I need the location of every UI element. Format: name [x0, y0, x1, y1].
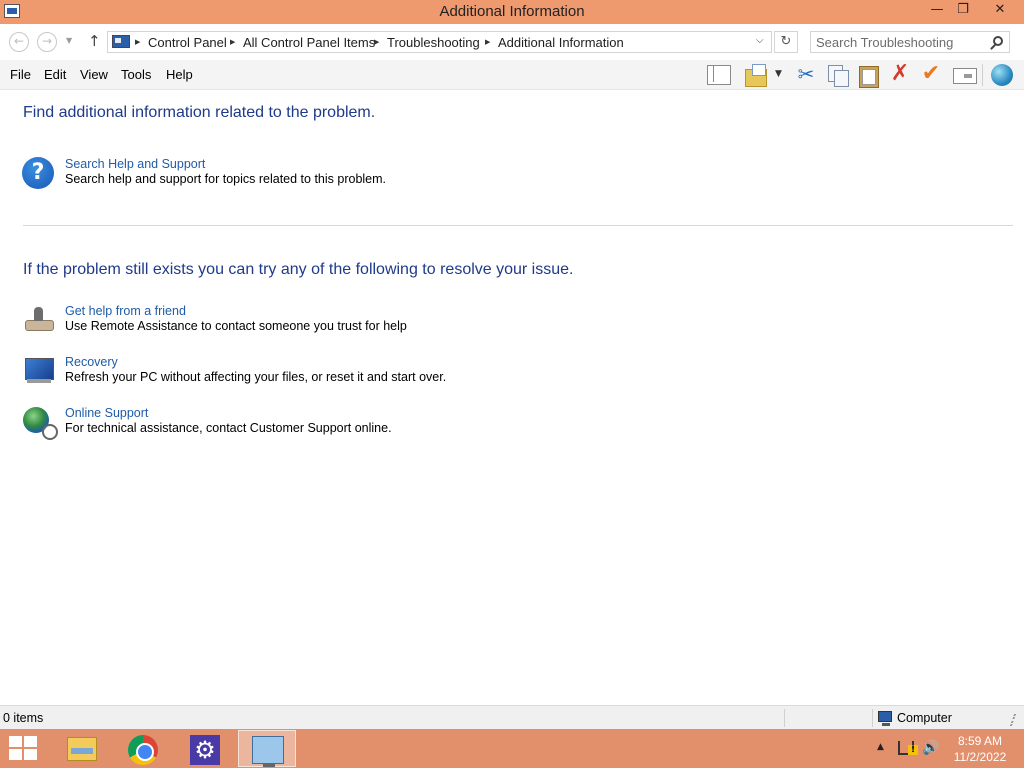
search-input[interactable] — [811, 32, 987, 52]
status-divider — [872, 709, 873, 727]
task-get-help-friend[interactable]: Get help from a friend Use Remote Assist… — [22, 304, 622, 338]
taskbar-chrome[interactable] — [114, 730, 172, 767]
cut-icon[interactable]: ✂ — [794, 63, 818, 87]
section-heading-additional-info: Find additional information related to t… — [23, 104, 376, 121]
chevron-right-icon[interactable]: ▶ — [374, 38, 379, 46]
task-search-help[interactable]: ? Search Help and Support Search help an… — [22, 157, 622, 191]
clock-time[interactable]: 8:59 AM — [940, 734, 1020, 748]
online-support-description: For technical assistance, contact Custom… — [65, 421, 392, 435]
search-help-link[interactable]: Search Help and Support — [65, 157, 205, 171]
title-bar: Additional Information — ❐ ✕ — [0, 0, 1024, 24]
breadcrumb-additional-information[interactable]: Additional Information — [498, 35, 624, 50]
chevron-down-icon[interactable]: ⌵ — [756, 35, 764, 46]
refresh-button[interactable]: ↻ — [774, 31, 798, 53]
chevron-right-icon[interactable]: ▶ — [135, 38, 140, 46]
resize-grip-icon[interactable] — [1009, 714, 1023, 726]
menu-help[interactable]: Help — [166, 67, 193, 82]
properties-icon[interactable] — [952, 63, 977, 87]
status-bar: 0 items Computer — [0, 705, 1024, 729]
taskbar-file-explorer[interactable] — [52, 730, 110, 767]
file-explorer-icon — [67, 737, 97, 761]
task-online-support[interactable]: Online Support For technical assistance,… — [22, 406, 622, 440]
breadcrumb-control-panel[interactable]: Control Panel — [148, 35, 227, 50]
control-panel-icon — [112, 35, 130, 48]
layout-icon[interactable] — [707, 63, 731, 87]
remote-assistance-icon — [22, 304, 55, 336]
chevron-down-icon[interactable]: ▼ — [775, 69, 782, 79]
online-support-link[interactable]: Online Support — [65, 406, 148, 420]
section-divider — [23, 225, 1013, 226]
help-icon: ? — [22, 157, 54, 189]
menu-edit[interactable]: Edit — [44, 67, 66, 82]
search-help-description: Search help and support for topics relat… — [65, 172, 387, 186]
windows-logo-icon — [24, 749, 37, 760]
show-hidden-icons-icon[interactable]: ▲ — [877, 742, 884, 752]
window-title: Additional Information — [439, 3, 585, 20]
check-icon[interactable]: ✔ — [919, 63, 943, 87]
search-box[interactable] — [810, 31, 1010, 53]
chrome-icon — [128, 735, 158, 765]
recent-locations-icon[interactable]: ▼ — [66, 36, 72, 45]
taskbar-control-panel[interactable] — [238, 730, 296, 767]
globe-icon[interactable] — [990, 63, 1014, 87]
task-recovery[interactable]: Recovery Refresh your PC without affecti… — [22, 355, 622, 389]
toolbar-divider — [982, 64, 983, 86]
gear-icon: ⚙ — [190, 735, 220, 765]
volume-icon[interactable]: 🔊 — [922, 740, 939, 756]
get-help-friend-description: Use Remote Assistance to contact someone… — [65, 319, 407, 333]
breadcrumb[interactable]: ▶ Control Panel ▶ All Control Panel Item… — [107, 31, 772, 53]
up-arrow-icon[interactable]: ↑ — [88, 32, 101, 50]
folder-options-icon[interactable] — [744, 63, 768, 87]
menu-view[interactable]: View — [80, 67, 108, 82]
recovery-link[interactable]: Recovery — [65, 355, 118, 369]
forward-button[interactable]: → — [37, 32, 57, 52]
taskbar: ⚙ ▲ 🔊 8:59 AM 11/2/2022 — [0, 729, 1024, 768]
breadcrumb-all-control-panel-items[interactable]: All Control Panel Items — [243, 35, 375, 50]
network-warning-icon[interactable] — [898, 741, 918, 755]
search-icon[interactable] — [993, 36, 1003, 46]
maximize-button[interactable]: ❐ — [948, 0, 978, 22]
clock-date[interactable]: 11/2/2022 — [940, 750, 1020, 764]
status-divider — [784, 709, 785, 727]
windows-logo-icon — [24, 736, 37, 747]
menu-bar: File Edit View Tools Help ▼ ✂ ✗ ✔ — [0, 60, 1024, 90]
close-button[interactable]: ✕ — [984, 0, 1016, 22]
get-help-friend-link[interactable]: Get help from a friend — [65, 304, 186, 318]
windows-logo-icon — [9, 749, 22, 760]
computer-icon — [878, 711, 892, 726]
back-button[interactable]: ← — [9, 32, 29, 52]
taskbar-settings[interactable]: ⚙ — [176, 730, 234, 767]
windows-logo-icon — [9, 736, 22, 747]
breadcrumb-troubleshooting[interactable]: Troubleshooting — [387, 35, 480, 50]
main-content: Find additional information related to t… — [0, 91, 1024, 705]
chevron-right-icon[interactable]: ▶ — [230, 38, 235, 46]
section-heading-resolve: If the problem still exists you can try … — [23, 261, 574, 278]
copy-icon[interactable] — [826, 63, 850, 87]
menu-file[interactable]: File — [10, 67, 31, 82]
recovery-description: Refresh your PC without affecting your f… — [65, 370, 447, 384]
start-button[interactable] — [9, 736, 39, 762]
online-support-icon — [22, 406, 58, 440]
control-panel-icon — [252, 736, 284, 767]
status-location: Computer — [897, 711, 952, 725]
status-items-count: 0 items — [3, 711, 44, 725]
menu-tools[interactable]: Tools — [121, 67, 151, 82]
chevron-right-icon[interactable]: ▶ — [485, 38, 490, 46]
delete-icon[interactable]: ✗ — [888, 63, 912, 87]
recovery-icon — [22, 355, 55, 387]
paste-icon[interactable] — [857, 63, 881, 88]
address-bar: ← → ▼ ↑ ▶ Control Panel ▶ All Control Pa… — [0, 24, 1024, 60]
